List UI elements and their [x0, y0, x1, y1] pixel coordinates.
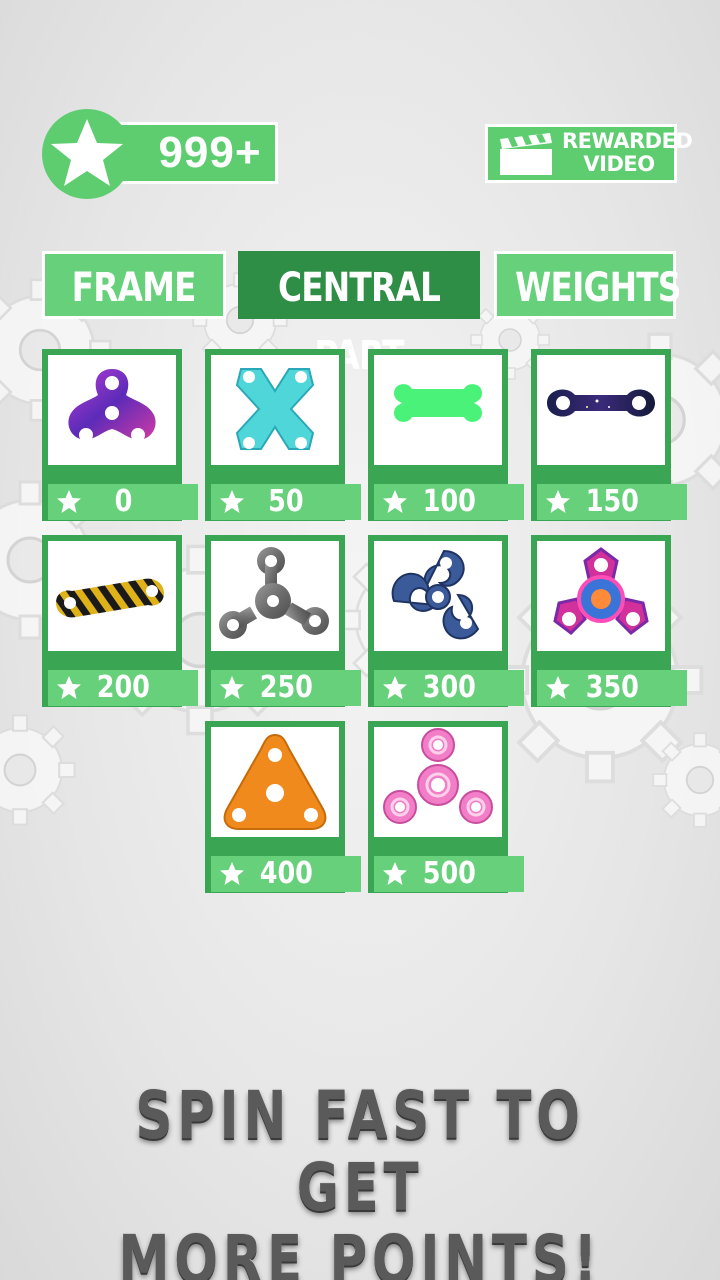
- shop-item-9[interactable]: 500: [368, 721, 524, 893]
- slogan-line2: MORE POINTS!: [118, 1221, 602, 1280]
- price-value: 250: [259, 670, 313, 705]
- score-star-badge: [42, 109, 132, 199]
- shop-item-7[interactable]: 350: [531, 535, 687, 707]
- shop-item-0[interactable]: 0: [42, 349, 198, 521]
- star-icon: [218, 488, 246, 516]
- price-tag: 400: [211, 856, 361, 892]
- rewarded-video-line1: REWARDED: [562, 129, 693, 153]
- price-value: 200: [96, 670, 150, 705]
- price-tag: 150: [537, 484, 687, 520]
- star-icon: [55, 488, 83, 516]
- shop-item-2[interactable]: 100: [368, 349, 524, 521]
- blue-swirl-spinner-icon: [391, 549, 480, 640]
- price-tag: 350: [537, 670, 687, 706]
- item-thumbnail: [211, 727, 339, 837]
- orange-triangle-spinner-icon: [223, 733, 327, 830]
- price-tag: 100: [374, 484, 524, 520]
- tab-weights[interactable]: WEIGHTS: [494, 251, 681, 319]
- shop-item-6[interactable]: 300: [368, 535, 524, 707]
- promo-slogan: SPIN FAST TO GET MORE POINTS!: [0, 1080, 720, 1280]
- score-display: 999+: [42, 109, 278, 199]
- tab-frame-label: FRAME: [72, 265, 197, 311]
- purple-galaxy-tri-spinner-icon: [68, 369, 156, 442]
- price-tag: 0: [48, 484, 198, 520]
- score-value: 999+: [158, 128, 262, 177]
- price-value: 100: [422, 484, 476, 519]
- star-icon: [51, 119, 123, 186]
- star-icon: [381, 674, 409, 702]
- price-tag: 250: [211, 670, 361, 706]
- price-value: 400: [259, 856, 313, 891]
- item-thumbnail: [374, 541, 502, 651]
- item-thumbnail: [374, 727, 502, 837]
- shop-item-1[interactable]: 50: [205, 349, 361, 521]
- star-icon: [218, 860, 246, 888]
- cyan-x-spinner-icon: [235, 368, 315, 450]
- price-value: 50: [268, 484, 304, 519]
- item-thumbnail: [48, 541, 176, 651]
- price-value: 300: [422, 670, 476, 705]
- price-value: 150: [585, 484, 639, 519]
- tab-frame[interactable]: FRAME: [42, 251, 226, 319]
- green-bone-spinner-icon: [394, 384, 482, 422]
- item-thumbnail: [211, 541, 339, 651]
- price-value: 0: [114, 484, 132, 519]
- tab-central-part[interactable]: CENTRAL PART: [238, 251, 480, 379]
- tab-weights-label: WEIGHTS: [515, 265, 681, 311]
- shop-item-5[interactable]: 250: [205, 535, 361, 707]
- item-thumbnail: [211, 355, 339, 465]
- star-icon: [544, 488, 572, 516]
- pink-ring-spinner-icon: [383, 728, 493, 824]
- slogan-line1: SPIN FAST TO GET: [135, 1077, 585, 1226]
- item-thumbnail: [374, 355, 502, 465]
- clapperboard-icon: [500, 133, 552, 175]
- shop-item-8[interactable]: 400: [205, 721, 361, 893]
- star-icon: [55, 674, 83, 702]
- star-icon: [381, 488, 409, 516]
- price-value: 350: [585, 670, 639, 705]
- rewarded-video-button[interactable]: REWARDED VIDEO: [485, 124, 693, 183]
- star-icon: [381, 860, 409, 888]
- rewarded-video-line2: VIDEO: [583, 152, 655, 176]
- space-bar-spinner-icon: [547, 389, 655, 417]
- item-thumbnail: [48, 355, 176, 465]
- neon-pink-spinner-icon: [553, 547, 649, 635]
- item-thumbnail: [537, 355, 665, 465]
- price-tag: 50: [211, 484, 361, 520]
- star-icon: [218, 674, 246, 702]
- shop-item-3[interactable]: 150: [531, 349, 687, 521]
- price-tag: 300: [374, 670, 524, 706]
- price-tag: 500: [374, 856, 524, 892]
- price-tag: 200: [48, 670, 198, 706]
- shop-item-4[interactable]: 200: [42, 535, 198, 707]
- hazard-stripe-bar-spinner-icon: [56, 578, 164, 618]
- item-thumbnail: [537, 541, 665, 651]
- price-value: 500: [422, 856, 476, 891]
- metal-tri-spinner-icon: [219, 547, 329, 639]
- star-icon: [544, 674, 572, 702]
